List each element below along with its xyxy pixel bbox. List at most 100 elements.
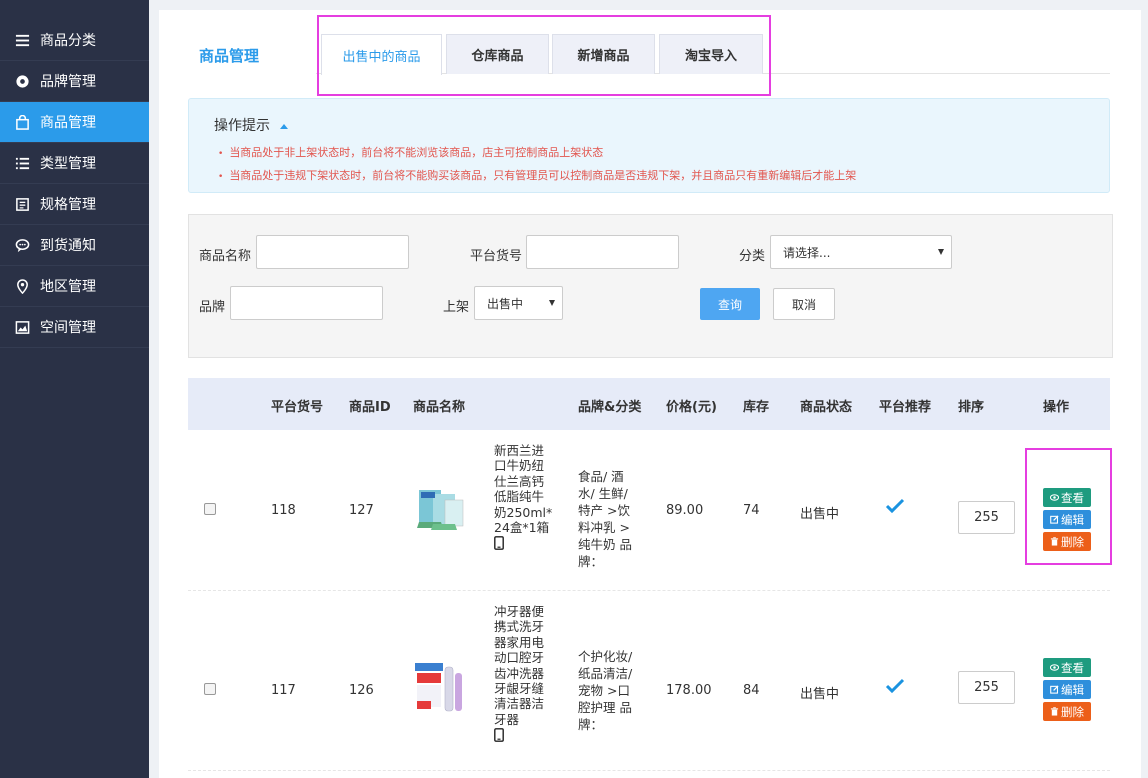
table-row: 118 127 新西兰进口牛奶纽仕兰高钙低脂纯牛奶250ml*24盒*1箱 食品… — [188, 430, 1110, 591]
main-panel: 商品管理 出售中的商品 仓库商品 新增商品 淘宝导入 操作提示 • 当商品处于非上… — [159, 10, 1141, 778]
sku-label: 平台货号 — [470, 249, 523, 264]
delete-button-label: 删除 — [1061, 704, 1084, 719]
sku-input[interactable] — [526, 235, 679, 269]
view-button-label: 查看 — [1061, 490, 1084, 505]
brand-category: 食品/ 酒水/ 生鲜/ 特产 >饮料冲乳 > 纯牛奶 品牌： — [578, 469, 632, 569]
sidebar-item-notify[interactable]: 到货通知 — [0, 225, 149, 266]
col-price: 价格(元) — [666, 400, 717, 415]
edit-icon — [1050, 515, 1059, 524]
col-sku: 平台货号 — [271, 400, 324, 415]
sidebar-item-label: 规格管理 — [40, 197, 96, 213]
sort-input[interactable]: 255 — [958, 671, 1015, 704]
product-name[interactable]: 新西兰进口牛奶纽仕兰高钙低脂纯牛奶250ml*24盒*1箱 — [494, 443, 556, 551]
right-scroll-strip[interactable] — [1141, 0, 1148, 778]
category-select-value: 请选择... — [783, 245, 831, 260]
row-price: 89.00 — [666, 503, 704, 518]
col-name: 商品名称 — [413, 400, 466, 415]
sidebar-item-region[interactable]: 地区管理 — [0, 266, 149, 307]
sidebar-item-space[interactable]: 空间管理 — [0, 307, 149, 348]
sidebar-item-type[interactable]: 类型管理 — [0, 143, 149, 184]
tip-text: 当商品处于违规下架状态时，前台将不能购买该商品，只有管理员可以控制商品是否违规下… — [229, 169, 857, 182]
tab-add-goods[interactable]: 新增商品 — [552, 34, 655, 74]
tab-warehouse[interactable]: 仓库商品 — [446, 34, 549, 74]
row-stock: 84 — [743, 683, 760, 698]
product-thumbnail[interactable] — [413, 661, 469, 717]
tips-panel: 操作提示 • 当商品处于非上架状态时，前台将不能浏览该商品，店主可控制商品上架状态… — [188, 98, 1110, 193]
sidebar-item-label: 地区管理 — [40, 279, 96, 295]
table-row: 117 126 冲牙器便携式洗牙器家用电动口腔牙齿冲洗器牙龈牙缝清洁器洁牙器 个… — [188, 591, 1110, 771]
product-name-text: 新西兰进口牛奶纽仕兰高钙低脂纯牛奶250ml*24盒*1箱 — [494, 443, 553, 536]
tips-title[interactable]: 操作提示 — [214, 115, 288, 135]
mobile-phone-icon — [494, 536, 504, 551]
delete-button[interactable]: 删除 — [1043, 702, 1091, 721]
category-select[interactable]: 请选择... — [770, 235, 952, 269]
row-id: 126 — [349, 683, 374, 698]
row-stock: 74 — [743, 503, 760, 518]
sidebar-item-category[interactable]: 商品分类 — [0, 20, 149, 61]
col-id: 商品ID — [349, 400, 391, 415]
sort-input[interactable]: 255 — [958, 501, 1015, 534]
bullet-icon: • — [218, 172, 224, 182]
query-button[interactable]: 查询 — [700, 288, 760, 320]
filter-panel: 商品名称 平台货号 分类 请选择... 品牌 上架 出售中 查询 取消 — [188, 214, 1113, 358]
shelf-label: 上架 — [443, 300, 470, 315]
view-button[interactable]: 查看 — [1043, 658, 1091, 677]
tab-taobao-import[interactable]: 淘宝导入 — [659, 34, 763, 74]
document-icon — [14, 196, 30, 212]
recommend-check-icon[interactable] — [885, 678, 905, 694]
product-thumbnail[interactable] — [413, 480, 469, 536]
row-checkbox[interactable] — [204, 503, 216, 515]
row-sku: 118 — [271, 503, 296, 518]
page-title: 商品管理 — [199, 47, 260, 65]
chat-icon — [14, 237, 30, 253]
image-icon — [14, 319, 30, 335]
edit-button[interactable]: 编辑 — [1043, 510, 1091, 529]
sidebar-item-label: 商品分类 — [40, 33, 96, 49]
caret-up-icon — [280, 123, 288, 129]
edit-button[interactable]: 编辑 — [1043, 680, 1091, 699]
col-stock: 库存 — [743, 400, 770, 415]
eye-icon — [1050, 664, 1059, 671]
caret-down-icon — [938, 249, 944, 255]
shelf-select[interactable]: 出售中 — [474, 286, 563, 320]
trash-icon — [1050, 707, 1059, 716]
brand-category: 个护化妆/ 纸品清洁/ 宠物 >口腔护理 品牌： — [578, 649, 633, 732]
row-sku: 117 — [271, 683, 296, 698]
sidebar-item-brand[interactable]: 品牌管理 — [0, 61, 149, 102]
sidebar-item-goods[interactable]: 商品管理 — [0, 102, 149, 143]
delete-button[interactable]: 删除 — [1043, 532, 1091, 551]
tip-text: 当商品处于非上架状态时，前台将不能浏览该商品，店主可控制商品上架状态 — [229, 146, 604, 159]
sidebar-item-spec[interactable]: 规格管理 — [0, 184, 149, 225]
row-price: 178.00 — [666, 683, 712, 698]
trash-icon — [1050, 537, 1059, 546]
col-status: 商品状态 — [800, 400, 853, 415]
row-id: 127 — [349, 503, 374, 518]
sidebar-item-label: 品牌管理 — [40, 74, 96, 90]
recommend-check-icon[interactable] — [885, 498, 905, 514]
col-recommend: 平台推荐 — [879, 400, 932, 415]
mobile-phone-icon — [494, 728, 504, 743]
tip-item: • 当商品处于违规下架状态时，前台将不能购买该商品，只有管理员可以控制商品是否违规… — [218, 167, 856, 183]
tab-on-sale[interactable]: 出售中的商品 — [321, 34, 442, 75]
list-icon — [14, 32, 30, 48]
caret-down-icon — [549, 300, 555, 306]
goods-name-input[interactable] — [256, 235, 409, 269]
product-name[interactable]: 冲牙器便携式洗牙器家用电动口腔牙齿冲洗器牙龈牙缝清洁器洁牙器 — [494, 604, 556, 743]
edit-button-label: 编辑 — [1061, 512, 1084, 527]
row-status: 出售中 — [800, 687, 840, 702]
brand-icon — [14, 73, 30, 89]
sidebar: 商品分类 品牌管理 商品管理 类型管理 规格管理 到货通知 地区管理 空间管理 — [0, 0, 149, 778]
list-bullets-icon — [14, 155, 30, 171]
brand-input[interactable] — [230, 286, 383, 320]
cancel-button[interactable]: 取消 — [773, 288, 835, 320]
view-button-label: 查看 — [1061, 660, 1084, 675]
eye-icon — [1050, 494, 1059, 501]
row-checkbox[interactable] — [204, 683, 216, 695]
table-header: 平台货号 商品ID 商品名称 品牌&分类 价格(元) 库存 商品状态 平台推荐 … — [188, 378, 1110, 430]
category-label: 分类 — [739, 249, 766, 264]
brand-label: 品牌 — [199, 300, 226, 315]
location-pin-icon — [14, 278, 30, 294]
view-button[interactable]: 查看 — [1043, 488, 1091, 507]
tips-title-text: 操作提示 — [214, 118, 270, 134]
sidebar-item-label: 空间管理 — [40, 320, 96, 336]
